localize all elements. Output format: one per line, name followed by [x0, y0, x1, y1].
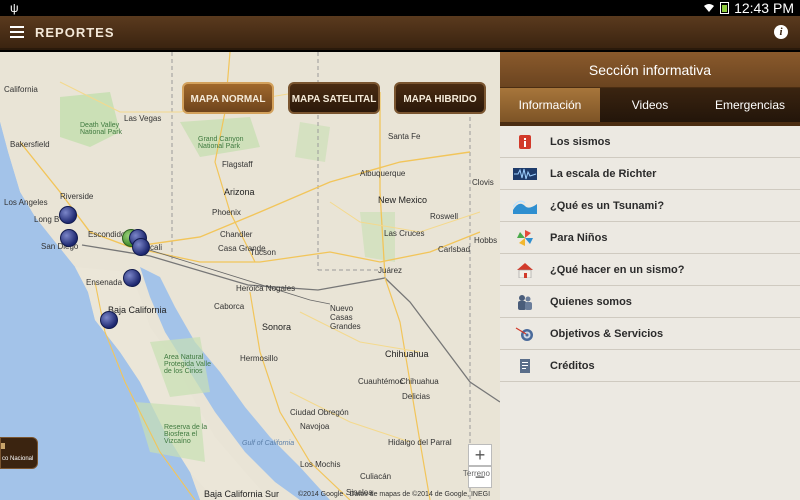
list-item-quienes-somos[interactable]: Quienes somos	[500, 286, 800, 318]
list-item-label: Quienes somos	[550, 295, 632, 308]
map-label-grand-canyon: Grand Canyon National Park	[198, 136, 244, 150]
list-item-label: ¿Qué hacer en un sismo?	[550, 263, 685, 276]
info-panel: Sección informativa Información Videos E…	[500, 52, 800, 500]
map-hybrid-button[interactable]: MAPA HIBRIDO	[394, 82, 486, 114]
map-label-chihuahua-city: Chihuahua	[400, 377, 439, 386]
map-label-death-valley: Death Valley National Park	[80, 122, 123, 136]
map-label-escondido: Escondido	[88, 230, 126, 239]
map-label-baja-california: Baja California	[108, 305, 167, 315]
map-label-long-beach: Long B	[34, 215, 60, 224]
map-view[interactable]: California Las Vegas Death Valley Nation…	[0, 52, 500, 500]
map-label-clovis: Clovis	[472, 178, 494, 187]
map-label-hidalgo-parral: Hidalgo del Parral	[388, 438, 452, 447]
map-label-santa-fe: Santa Fe	[388, 132, 421, 141]
map-label-mexicali: cali	[150, 243, 163, 252]
target-icon	[515, 326, 533, 341]
map-label-baja-california-sur: Baja California Sur	[204, 489, 280, 499]
status-bar: ψ 12:43 PM	[0, 0, 800, 16]
map-label-phoenix: Phoenix	[212, 208, 241, 217]
people-icon	[518, 294, 532, 310]
list-item-richter[interactable]: La escala de Richter	[500, 158, 800, 190]
map-label-caborca: Caborca	[214, 302, 245, 311]
map-label-navojoa: Navojoa	[300, 422, 330, 431]
map-attribution: ©2014 Google · Datos de mapas de ©2014 d…	[298, 491, 491, 498]
clock: 12:43 PM	[734, 0, 794, 16]
earthquake-marker[interactable]	[60, 229, 78, 247]
tab-videos[interactable]: Videos	[600, 88, 700, 122]
wave-icon	[513, 200, 537, 214]
map-satellite-button[interactable]: MAPA SATELITAL	[288, 82, 380, 114]
map-label-chihuahua: Chihuahua	[385, 349, 429, 359]
map-label-arizona: Arizona	[224, 187, 255, 197]
list-item-que-hacer[interactable]: ¿Qué hacer en un sismo?	[500, 254, 800, 286]
list-item-objetivos[interactable]: Objetivos & Servicios	[500, 318, 800, 350]
map-base	[0, 52, 500, 500]
panel-title: Sección informativa	[500, 52, 800, 88]
list-item-label: ¿Qué es un Tsunami?	[550, 199, 665, 212]
list-item-label: Objetivos & Servicios	[550, 327, 664, 340]
map-label-chandler: Chandler	[220, 230, 253, 239]
map-label-carlsbad: Carlsbad	[438, 245, 471, 254]
seismograph-icon	[513, 167, 537, 180]
map-label-bakersfield: Bakersfield	[10, 140, 50, 149]
app-title: REPORTES	[35, 25, 115, 40]
map-label-ciudad-obregon: Ciudad Obregón	[290, 408, 349, 417]
legend-swatch	[1, 443, 5, 449]
legend-label: co Nacional	[2, 456, 34, 462]
map-label-delicias: Delicias	[402, 392, 431, 401]
map-label-hermosillo: Hermosillo	[240, 354, 278, 363]
map-label-los-angeles: Los Angeles	[4, 198, 48, 207]
list-item-label: Los sismos	[550, 135, 611, 148]
document-icon	[520, 358, 530, 373]
map-label-new-mexico: New Mexico	[378, 195, 428, 205]
legend-button[interactable]: co Nacional	[0, 437, 38, 469]
list-item-label: La escala de Richter	[550, 167, 657, 180]
terrain-label: Terreno	[462, 469, 490, 478]
list-item-label: Créditos	[550, 359, 595, 372]
map-label-sonora: Sonora	[262, 322, 292, 332]
map-normal-button[interactable]: MAPA NORMAL	[182, 82, 274, 114]
map-label-culiacan: Culiacán	[360, 472, 392, 481]
earthquake-marker[interactable]	[59, 206, 77, 224]
list-item-creditos[interactable]: Créditos	[500, 350, 800, 382]
map-label-nuevo-casas-grandes: Nuevo Casas Grandes	[330, 304, 361, 331]
info-icon[interactable]: i	[774, 25, 788, 39]
tab-informacion[interactable]: Información	[500, 88, 600, 122]
zoom-in-button[interactable]: +	[468, 444, 492, 466]
info-alert-icon	[519, 134, 531, 149]
list-item-label: Para Niños	[550, 231, 608, 244]
map-label-ensenada: Ensenada	[86, 278, 123, 287]
map-label-heroica-nogales: Heroica Nogales	[236, 284, 296, 293]
panel-tabs: Información Videos Emergencias	[500, 88, 800, 122]
map-label-roswell: Roswell	[430, 212, 459, 221]
map-label-gulf: Gulf of California	[242, 440, 295, 447]
app-bar: REPORTES i	[0, 16, 800, 50]
list-item-los-sismos[interactable]: Los sismos	[500, 126, 800, 158]
list-item-tsunami[interactable]: ¿Qué es un Tsunami?	[500, 190, 800, 222]
battery-icon	[720, 2, 730, 14]
map-label-tucson: Tucson	[250, 248, 276, 257]
earthquake-marker[interactable]	[132, 238, 150, 256]
map-label-albuquerque: Albuquerque	[360, 169, 406, 178]
map-label-las-cruces: Las Cruces	[384, 229, 425, 238]
usb-icon: ψ	[10, 1, 19, 15]
pinwheel-icon	[517, 229, 533, 246]
earthquake-marker[interactable]	[123, 269, 141, 287]
map-label-riverside: Riverside	[60, 192, 94, 201]
map-label-cuauhtemoc: Cuauhtémoc	[358, 377, 404, 386]
map-label-hobbs: Hobbs	[474, 236, 498, 245]
list-item-para-ninos[interactable]: Para Niños	[500, 222, 800, 254]
map-label-flagstaff: Flagstaff	[222, 160, 253, 169]
map-label-juarez: Juárez	[378, 266, 403, 275]
menu-icon[interactable]	[10, 26, 24, 38]
wifi-icon	[704, 4, 715, 12]
map-label-area-natural: Area Natural Protegida Valle de los Ciri…	[164, 354, 211, 375]
map-label-reserva: Reserva de la Biosfera el Vizcaíno	[164, 424, 208, 445]
map-label-california: California	[4, 85, 38, 94]
earthquake-marker[interactable]	[100, 311, 118, 329]
map-label-los-mochis: Los Mochis	[300, 460, 341, 469]
tab-emergencias[interactable]: Emergencias	[700, 88, 800, 122]
house-icon	[517, 262, 533, 278]
